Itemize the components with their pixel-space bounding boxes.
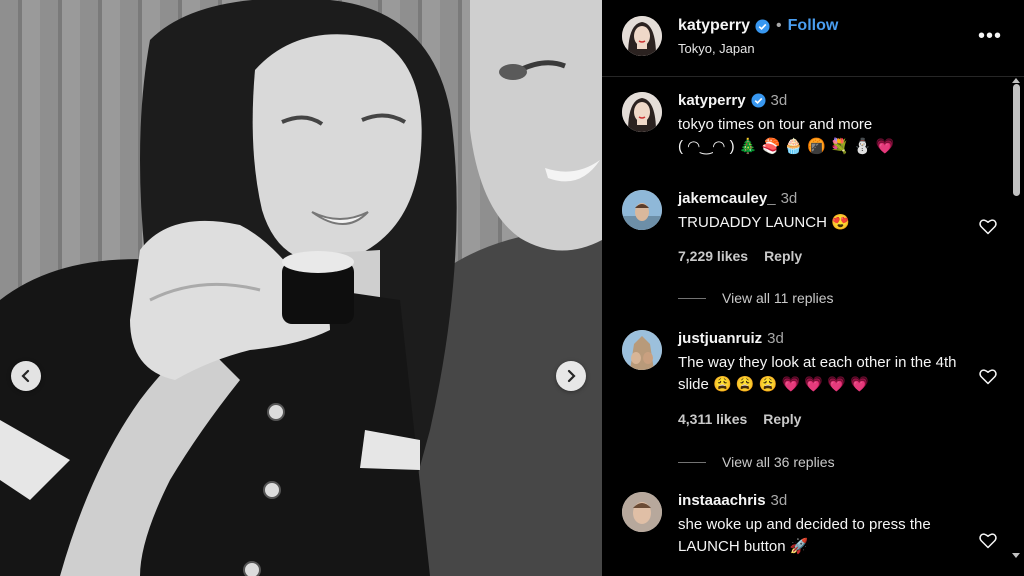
author-username[interactable]: katyperry: [678, 17, 750, 35]
caption-text: tokyo times on tour and more ( ◠‿◠ ) 🎄 🍣…: [678, 114, 968, 158]
comment-username[interactable]: justjuanruiz: [678, 330, 762, 347]
caption-time[interactable]: 3d: [771, 92, 788, 109]
replies-divider: [678, 461, 706, 463]
profile-picture: [622, 16, 662, 56]
more-options-icon[interactable]: •••: [978, 26, 1002, 46]
post-photo[interactable]: [0, 0, 602, 576]
comment-text: TRUDADDY LAUNCH 😍: [678, 214, 850, 231]
follow-button[interactable]: Follow: [788, 17, 839, 35]
comment-actions: 7,229 likes Reply: [678, 248, 802, 264]
post-author: katyperry • Follow: [678, 17, 838, 35]
avatar[interactable]: [622, 92, 662, 132]
post-header: katyperry • Follow Tokyo, Japan •••: [602, 0, 1024, 77]
comment-item: instaaachris 3d she woke up and decided …: [622, 492, 1002, 576]
avatar[interactable]: [622, 492, 662, 532]
comment-text: The way they look at each other in the 4…: [678, 354, 957, 393]
reply-button[interactable]: Reply: [763, 411, 801, 427]
next-slide-button[interactable]: [556, 361, 586, 391]
location-link[interactable]: Tokyo, Japan: [678, 41, 755, 56]
view-replies-link[interactable]: View all 11 replies: [678, 290, 834, 306]
view-replies-label: View all 36 replies: [722, 454, 835, 470]
comment-likes[interactable]: 4,311 likes: [678, 411, 747, 427]
scroll-up-arrow-icon[interactable]: [1012, 78, 1020, 83]
chevron-left-icon: [21, 369, 30, 383]
scroll-thumb[interactable]: [1013, 84, 1020, 196]
commenter-picture: [622, 190, 662, 230]
avatar[interactable]: [622, 190, 662, 230]
comment-author: justjuanruiz 3d: [678, 330, 784, 347]
comment-username[interactable]: instaaachris: [678, 492, 766, 509]
caption-author: katyperry 3d: [678, 92, 787, 109]
profile-picture: [622, 92, 662, 132]
scroll-down-arrow-icon[interactable]: [1012, 553, 1020, 558]
view-replies-label: View all 11 replies: [722, 290, 834, 306]
comment-time[interactable]: 3d: [771, 492, 788, 509]
comment-time[interactable]: 3d: [767, 330, 784, 347]
post-side-panel: katyperry • Follow Tokyo, Japan ••• katy…: [602, 0, 1024, 576]
like-heart-icon[interactable]: [978, 366, 998, 386]
replies-divider: [678, 297, 706, 299]
comment-author: instaaachris 3d: [678, 492, 787, 509]
like-heart-icon[interactable]: [978, 530, 998, 550]
comment-item: jakemcauley_ 3d TRUDADDY LAUNCH 😍 7,229 …: [622, 190, 1002, 310]
verified-badge-icon: [751, 93, 766, 108]
separator-dot: •: [776, 17, 782, 34]
previous-slide-button[interactable]: [11, 361, 41, 391]
comment-username[interactable]: jakemcauley_: [678, 190, 776, 207]
chevron-right-icon: [567, 369, 576, 383]
photo-illustration: [0, 0, 602, 576]
caption-username[interactable]: katyperry: [678, 92, 746, 109]
commenter-picture: [622, 492, 662, 532]
reply-button[interactable]: Reply: [764, 248, 802, 264]
comment-item: justjuanruiz 3d The way they look at eac…: [622, 330, 1002, 475]
verified-badge-icon: [755, 18, 770, 34]
post-viewer: katyperry • Follow Tokyo, Japan ••• katy…: [0, 0, 1024, 576]
avatar[interactable]: [622, 330, 662, 370]
like-heart-icon[interactable]: [978, 216, 998, 236]
commenter-picture: [622, 330, 662, 370]
comment-author: jakemcauley_ 3d: [678, 190, 797, 207]
view-replies-link[interactable]: View all 36 replies: [678, 454, 835, 470]
caption-line-1: tokyo times on tour and more: [678, 116, 873, 133]
comments-scrollbar[interactable]: [1010, 78, 1022, 558]
comments-list: katyperry 3d tokyo times on tour and mor…: [602, 77, 1024, 576]
comment-text: she woke up and decided to press the LAU…: [678, 516, 931, 555]
comment-actions: 4,311 likes Reply: [678, 411, 801, 427]
caption-line-2: ( ◠‿◠ ) 🎄 🍣 🧁 🍘 💐 ⛄ 💗: [678, 138, 895, 155]
comment-likes[interactable]: 7,229 likes: [678, 248, 748, 264]
comment-time[interactable]: 3d: [781, 190, 798, 207]
avatar[interactable]: [622, 16, 662, 56]
action-bar-edge: [602, 566, 1024, 576]
post-caption: katyperry 3d tokyo times on tour and mor…: [622, 92, 1002, 182]
